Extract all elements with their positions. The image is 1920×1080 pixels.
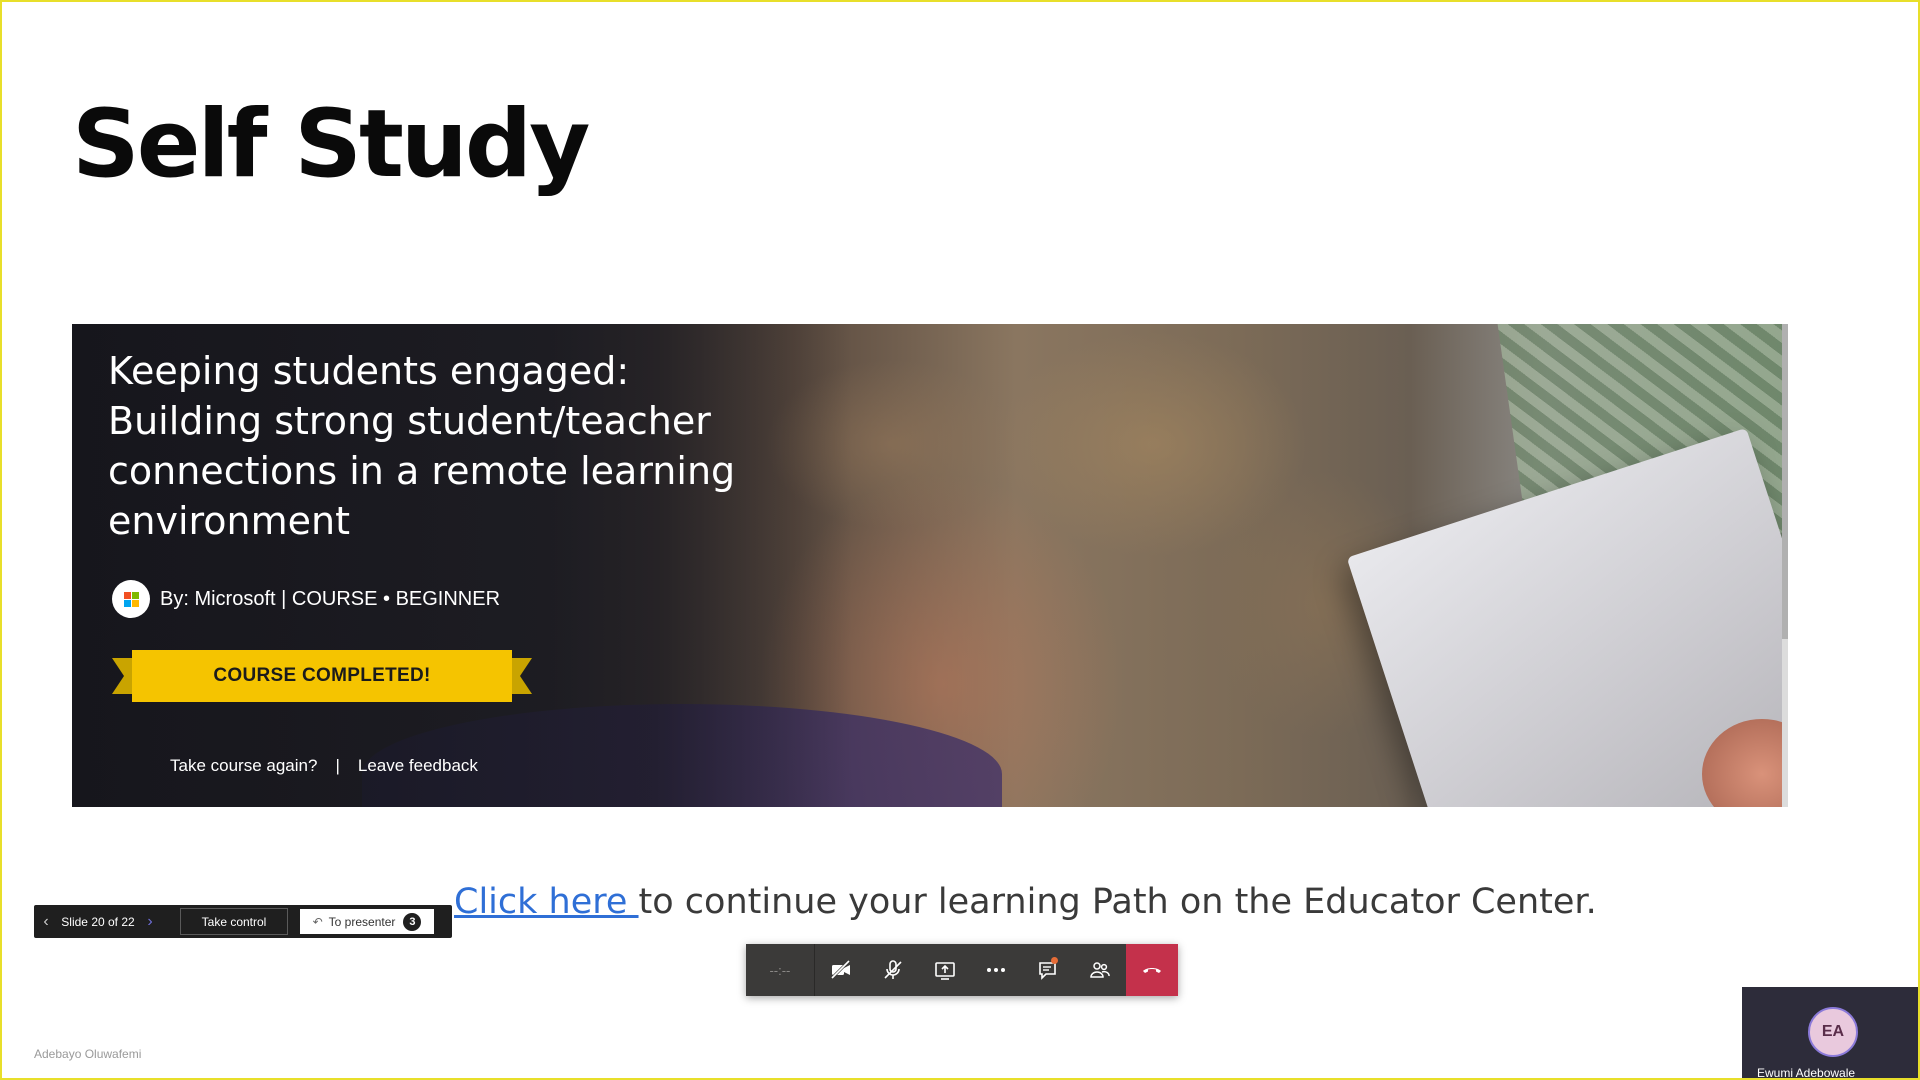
to-presenter-badge: 3 xyxy=(403,912,422,931)
shared-screen-frame: Self Study Keeping students engaged: Bui… xyxy=(0,0,1920,1080)
course-completed-ribbon: COURSE COMPLETED! xyxy=(112,650,532,702)
undo-icon: ↶ xyxy=(312,914,323,929)
avatar: EA xyxy=(1808,1007,1858,1057)
call-timer: --:-- xyxy=(746,944,815,996)
continue-sentence: Click here to continue your learning Pat… xyxy=(454,882,1597,922)
course-actions: Take course again? | Leave feedback xyxy=(170,756,478,776)
meeting-toolbar: --:-- xyxy=(746,944,1178,996)
participant-name: Ewumi Adebowale xyxy=(1757,1066,1856,1080)
hang-up-icon[interactable] xyxy=(1126,944,1178,996)
chat-notification-dot xyxy=(1050,957,1058,964)
to-presenter-label: To presenter xyxy=(328,914,396,929)
mic-off-icon[interactable] xyxy=(867,944,919,996)
click-here-link[interactable]: Click here xyxy=(454,882,639,922)
camera-off-icon[interactable] xyxy=(815,944,867,996)
course-byline-text: By: Microsoft | COURSE • BEGINNER xyxy=(160,587,501,610)
more-icon[interactable] xyxy=(970,944,1022,996)
chevron-left-icon[interactable]: ‹ xyxy=(34,913,58,931)
banner-scrollbar-thumb[interactable] xyxy=(1782,324,1788,639)
course-byline: By: Microsoft | COURSE • BEGINNER xyxy=(112,579,500,619)
participant-tile[interactable]: EA Ewumi Adebowale xyxy=(1742,987,1918,1080)
take-course-again-link[interactable]: Take course again? xyxy=(170,756,317,776)
leave-feedback-link[interactable]: Leave feedback xyxy=(358,756,478,776)
chat-icon[interactable] xyxy=(1022,944,1074,996)
take-control-button[interactable]: Take control xyxy=(180,908,288,935)
to-presenter-button[interactable]: ↶ To presenter 3 xyxy=(300,909,434,934)
slide-counter: Slide 20 of 22 xyxy=(61,914,135,929)
participants-icon[interactable] xyxy=(1074,944,1126,996)
chevron-right-icon[interactable]: › xyxy=(138,913,162,931)
presenter-control-bar: ‹ Slide 20 of 22 › Take control ↶ To pre… xyxy=(34,905,452,938)
course-title: Keeping students engaged: Building stron… xyxy=(108,349,736,543)
continue-text: to continue your learning Path on the Ed… xyxy=(638,882,1597,922)
action-separator: | xyxy=(335,756,340,775)
microsoft-logo-icon xyxy=(112,580,150,618)
slide-title: Self Study xyxy=(72,90,590,199)
share-icon[interactable] xyxy=(919,944,971,996)
course-banner: Keeping students engaged: Building stron… xyxy=(72,324,1788,807)
course-completed-label: COURSE COMPLETED! xyxy=(132,650,512,702)
presenter-name: Adebayo Oluwafemi xyxy=(34,1047,142,1061)
banner-scrollbar[interactable] xyxy=(1782,324,1788,807)
